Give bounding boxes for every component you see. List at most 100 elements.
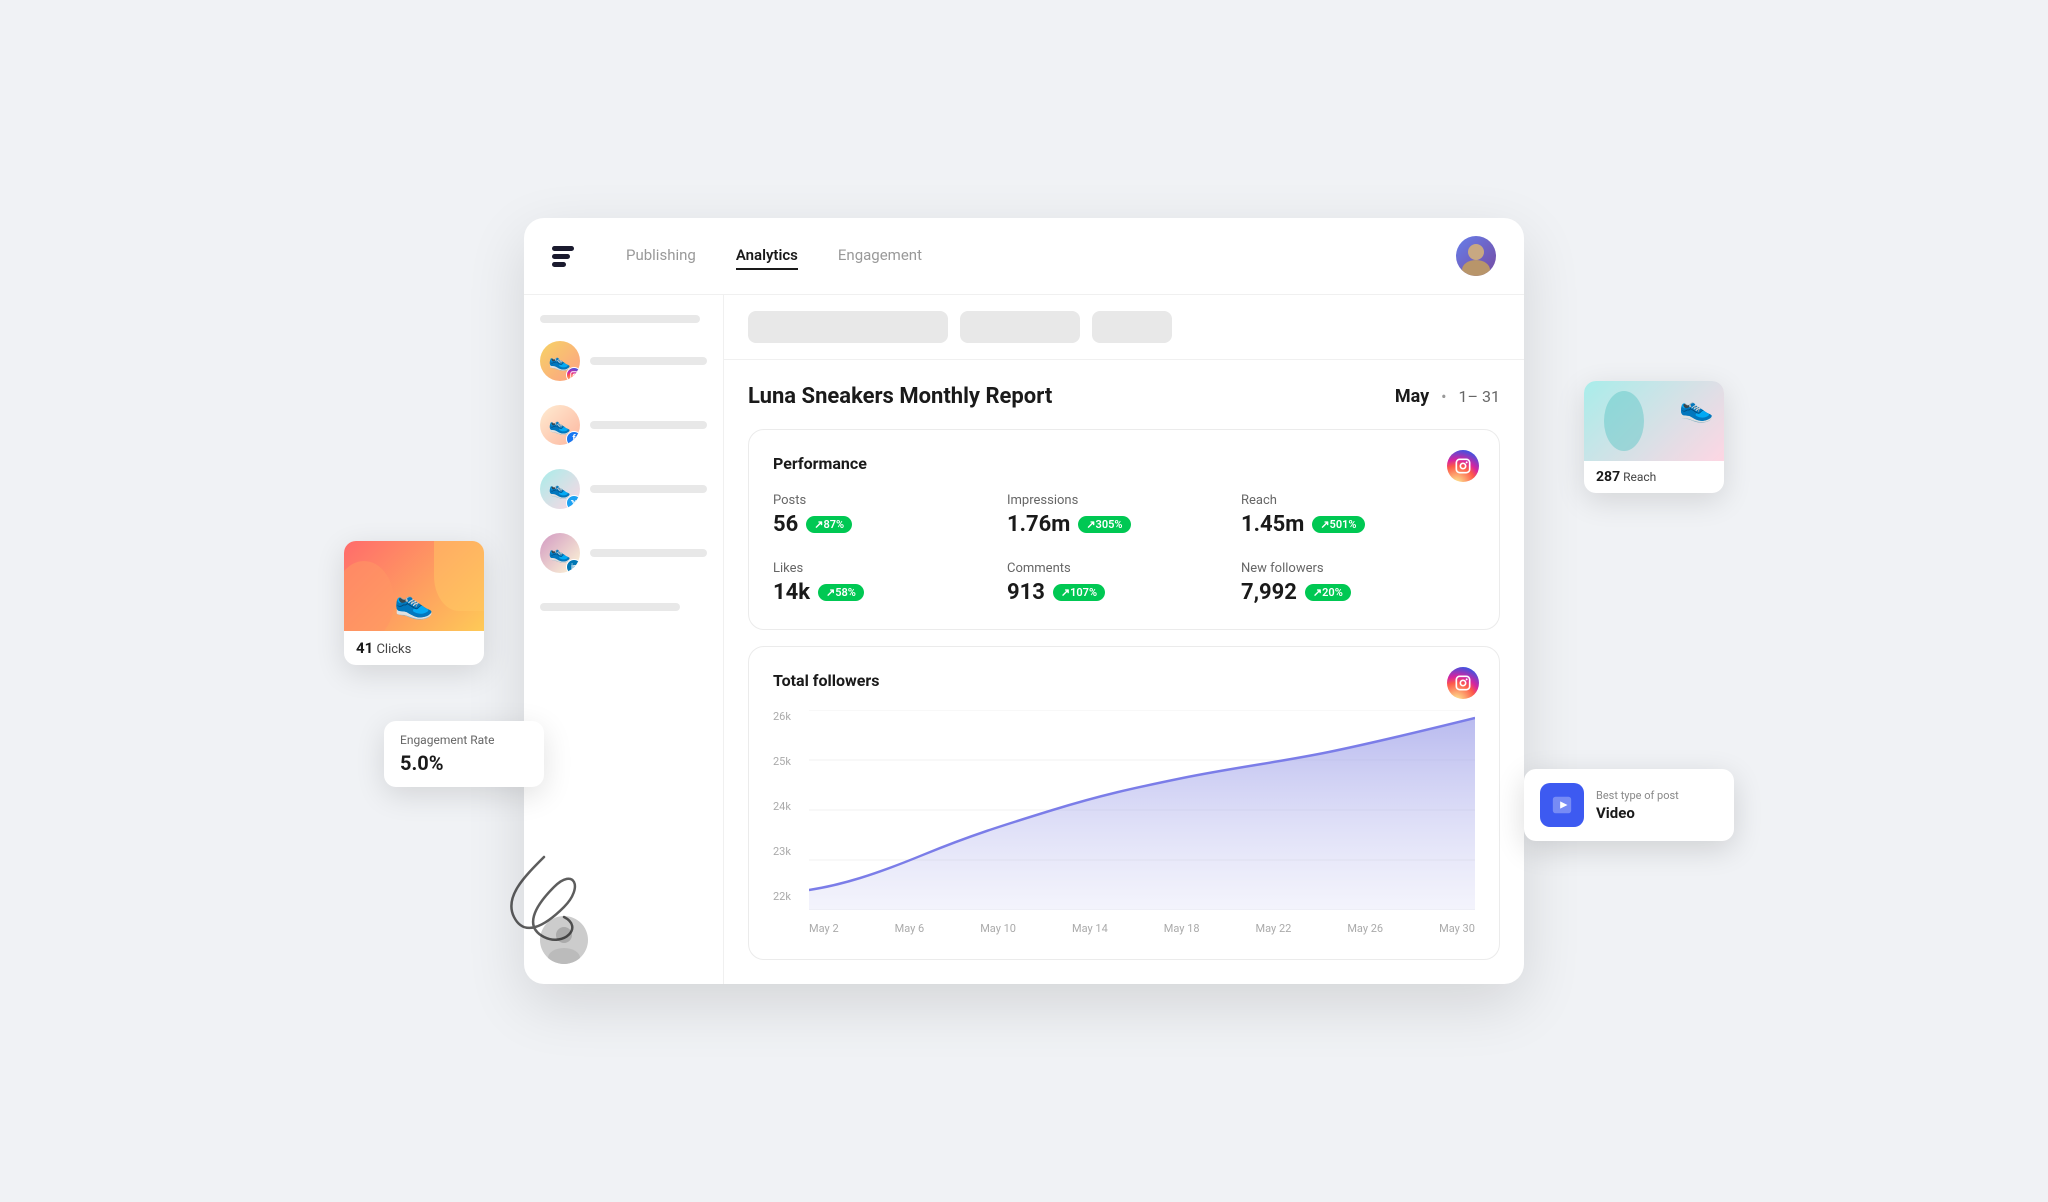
account-avatar-twitter: 👟 𝕏: [540, 469, 580, 509]
sidebar-skeleton-1: [540, 315, 700, 323]
chart-title: Total followers: [773, 671, 1475, 690]
float-reach-card: 👟 287 Reach: [1584, 381, 1724, 493]
x-label-may6: May 6: [895, 922, 925, 935]
engagement-label: Engagement Rate: [400, 733, 528, 747]
float-clicks-count: 41: [356, 639, 373, 657]
decorative-scribble: [484, 837, 684, 961]
account-line-1: [590, 357, 707, 365]
float-reach-image: 👟: [1584, 381, 1724, 461]
metrics-grid: Posts 56 ↗87% Impressions 1.76m: [773, 493, 1475, 605]
metric-posts: Posts 56 ↗87%: [773, 493, 1007, 537]
instagram-icon: [1447, 450, 1479, 482]
sidebar-item-instagram[interactable]: 👟: [540, 335, 707, 387]
comments-value-row: 913 ↗107%: [1007, 580, 1241, 605]
posts-label: Posts: [773, 493, 1007, 508]
sidebar-item-linkedin[interactable]: 👟 in: [540, 527, 707, 579]
metric-likes: Likes 14k ↗58%: [773, 561, 1007, 605]
new-followers-value-row: 7,992 ↗20%: [1241, 580, 1475, 605]
sidebar-item-facebook[interactable]: 👟 f: [540, 399, 707, 451]
impressions-value: 1.76m: [1007, 512, 1070, 537]
y-label-23k: 23k: [773, 845, 791, 858]
account-avatar-facebook: 👟 f: [540, 405, 580, 445]
float-reach-label: 287 Reach: [1584, 461, 1724, 493]
report-section: Luna Sneakers Monthly Report May • 1– 31…: [724, 360, 1524, 984]
linkedin-badge: in: [566, 559, 580, 573]
sidebar-skeleton-2: [540, 603, 680, 611]
y-label-22k: 22k: [773, 890, 791, 903]
followers-chart-svg: [809, 710, 1475, 910]
posts-value-row: 56 ↗87%: [773, 512, 1007, 537]
x-label-may22: May 22: [1256, 922, 1292, 935]
filter-skeleton-1: [748, 311, 948, 343]
impressions-change-badge: ↗305%: [1078, 516, 1130, 533]
comments-label: Comments: [1007, 561, 1241, 576]
logo-icon[interactable]: [552, 246, 574, 267]
tab-engagement[interactable]: Engagement: [838, 242, 922, 270]
likes-change-badge: ↗58%: [818, 584, 864, 601]
performance-title: Performance: [773, 454, 1475, 473]
float-clicks-image: 👟: [344, 541, 484, 631]
avatar[interactable]: [1456, 236, 1496, 276]
y-label-25k: 25k: [773, 755, 791, 768]
twitter-badge: 𝕏: [566, 495, 580, 509]
facebook-badge: f: [566, 431, 580, 445]
impressions-label: Impressions: [1007, 493, 1241, 508]
best-post-icon: [1540, 783, 1584, 827]
best-post-text: Best type of post Video: [1596, 789, 1679, 822]
posts-change-badge: ↗87%: [806, 516, 852, 533]
sidebar-item-twitter[interactable]: 👟 𝕏: [540, 463, 707, 515]
x-label-may10: May 10: [980, 922, 1016, 935]
likes-value-row: 14k ↗58%: [773, 580, 1007, 605]
posts-value: 56: [773, 512, 798, 537]
account-avatar-linkedin: 👟 in: [540, 533, 580, 573]
engagement-value: 5.0%: [400, 751, 528, 775]
followers-chart-card: Total followers 26k 25k 24k 23k 22k: [748, 646, 1500, 960]
report-date-separator: •: [1441, 387, 1446, 406]
report-date: May • 1– 31: [1395, 386, 1500, 407]
account-line-2: [590, 421, 707, 429]
comments-change-badge: ↗107%: [1053, 584, 1105, 601]
account-line-4: [590, 549, 707, 557]
float-clicks-word: Clicks: [376, 642, 411, 657]
instagram-badge: [566, 367, 580, 381]
report-title: Luna Sneakers Monthly Report: [748, 384, 1052, 409]
filter-skeleton-3: [1092, 311, 1172, 343]
reach-change-badge: ↗501%: [1312, 516, 1364, 533]
x-axis: May 2 May 6 May 10 May 14 May 18 May 22 …: [809, 922, 1475, 935]
y-label-24k: 24k: [773, 800, 791, 813]
tab-analytics[interactable]: Analytics: [736, 242, 798, 270]
best-post-label: Best type of post: [1596, 789, 1679, 802]
new-followers-value: 7,992: [1241, 580, 1297, 605]
metric-impressions: Impressions 1.76m ↗305%: [1007, 493, 1241, 537]
account-line-3: [590, 485, 707, 493]
float-reach-count: 287: [1596, 469, 1620, 485]
metric-comments: Comments 913 ↗107%: [1007, 561, 1241, 605]
float-best-post-card: Best type of post Video: [1524, 769, 1734, 841]
reach-value: 1.45m: [1241, 512, 1304, 537]
metric-new-followers: New followers 7,992 ↗20%: [1241, 561, 1475, 605]
tab-publishing[interactable]: Publishing: [626, 242, 696, 270]
metric-reach: Reach 1.45m ↗501%: [1241, 493, 1475, 537]
account-avatar-instagram: 👟: [540, 341, 580, 381]
best-post-value: Video: [1596, 804, 1679, 822]
x-label-may2: May 2: [809, 922, 839, 935]
filter-skeleton-2: [960, 311, 1080, 343]
y-label-26k: 26k: [773, 710, 791, 723]
performance-card: Performance Posts 56 ↗87%: [748, 429, 1500, 630]
chart-instagram-icon: [1447, 667, 1479, 699]
reach-label: Reach: [1241, 493, 1475, 508]
y-axis: 26k 25k 24k 23k 22k: [773, 710, 791, 903]
impressions-value-row: 1.76m ↗305%: [1007, 512, 1241, 537]
report-header: Luna Sneakers Monthly Report May • 1– 31: [748, 384, 1500, 409]
report-month: May: [1395, 386, 1429, 407]
likes-label: Likes: [773, 561, 1007, 576]
nav-bar: Publishing Analytics Engagement: [524, 218, 1524, 295]
x-label-may14: May 14: [1072, 922, 1108, 935]
nav-links: Publishing Analytics Engagement: [626, 242, 1424, 270]
x-label-may30: May 30: [1439, 922, 1475, 935]
x-label-may26: May 26: [1347, 922, 1383, 935]
reach-value-row: 1.45m ↗501%: [1241, 512, 1475, 537]
report-date-range: 1– 31: [1459, 387, 1500, 406]
top-filters: [724, 295, 1524, 360]
float-reach-text: Reach: [1623, 470, 1656, 484]
